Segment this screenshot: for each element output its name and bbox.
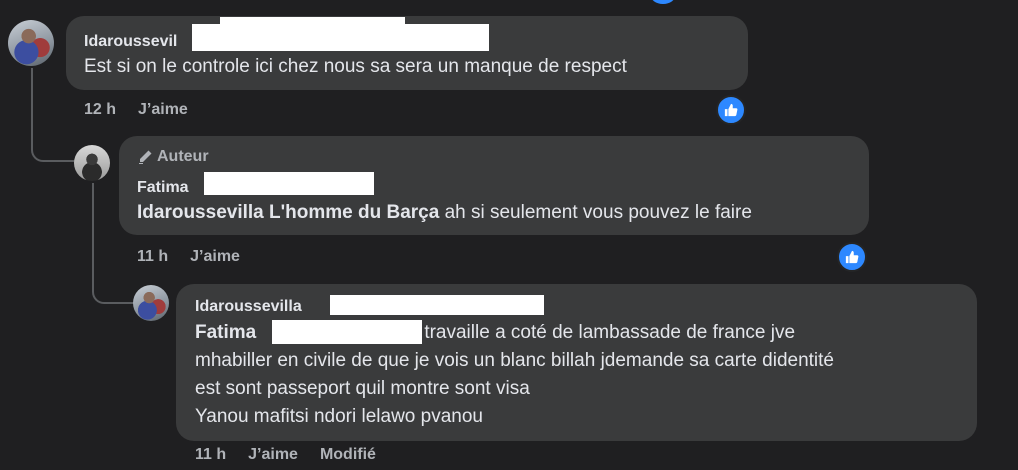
author-badge-label: Auteur (157, 148, 209, 165)
mention-link[interactable]: Idaroussevilla L'homme du Barça (137, 202, 439, 223)
mention-link[interactable]: Fatima (195, 322, 256, 343)
redacted-name (204, 172, 374, 195)
comment-author[interactable]: Idaroussevil (84, 33, 177, 51)
comment-time[interactable]: 11 h (195, 446, 226, 463)
comment-actions: 11 h J’aime (137, 248, 262, 266)
avatar[interactable] (133, 285, 169, 321)
comment-author[interactable]: Idaroussevilla (195, 298, 302, 316)
edited-label: Modifié (319, 446, 376, 463)
reaction-icon-partial (650, 0, 676, 4)
redacted-name (272, 320, 422, 344)
comment-text-body: ah si seulement vous pouvez le faire (439, 202, 752, 223)
author-badge: Auteur (137, 148, 209, 166)
comment-time[interactable]: 11 h (137, 248, 168, 265)
comment-text: Idaroussevilla L'homme du Barça ah si se… (137, 199, 752, 227)
comment-actions: 11 h J’aime Modifié (195, 446, 398, 464)
pencil-icon (139, 150, 152, 164)
comment-author[interactable]: Fatima (137, 179, 189, 197)
like-reaction-badge[interactable] (837, 242, 867, 272)
like-button[interactable]: J’aime (190, 248, 240, 265)
comment-text-line: Yanou mafitsi ndori lelawo pvanou (195, 406, 483, 427)
comment-thread: Idaroussevil Est si on le controle ici c… (0, 0, 1018, 470)
redacted-name (192, 24, 489, 51)
redacted-name (220, 17, 405, 25)
comment-time[interactable]: 12 h (84, 101, 116, 118)
like-reaction-badge[interactable] (716, 95, 746, 125)
comment-text-line: mhabiller en civile de que je vois un bl… (195, 350, 834, 371)
avatar[interactable] (8, 20, 54, 66)
thumbs-up-icon (845, 250, 859, 264)
comment-actions: 12 h J’aime (84, 101, 210, 119)
redacted-name (330, 295, 544, 315)
thumbs-up-icon (724, 103, 738, 117)
like-button[interactable]: J’aime (248, 446, 298, 463)
like-button[interactable]: J’aime (138, 101, 188, 118)
comment-text-line: est sont passeport quil montre sont visa (195, 378, 530, 399)
avatar[interactable] (74, 145, 110, 181)
comment-text: Est si on le controle ici chez nous sa s… (84, 56, 627, 77)
comment-text-line: je travaille a coté de lambassade de fra… (404, 322, 796, 343)
